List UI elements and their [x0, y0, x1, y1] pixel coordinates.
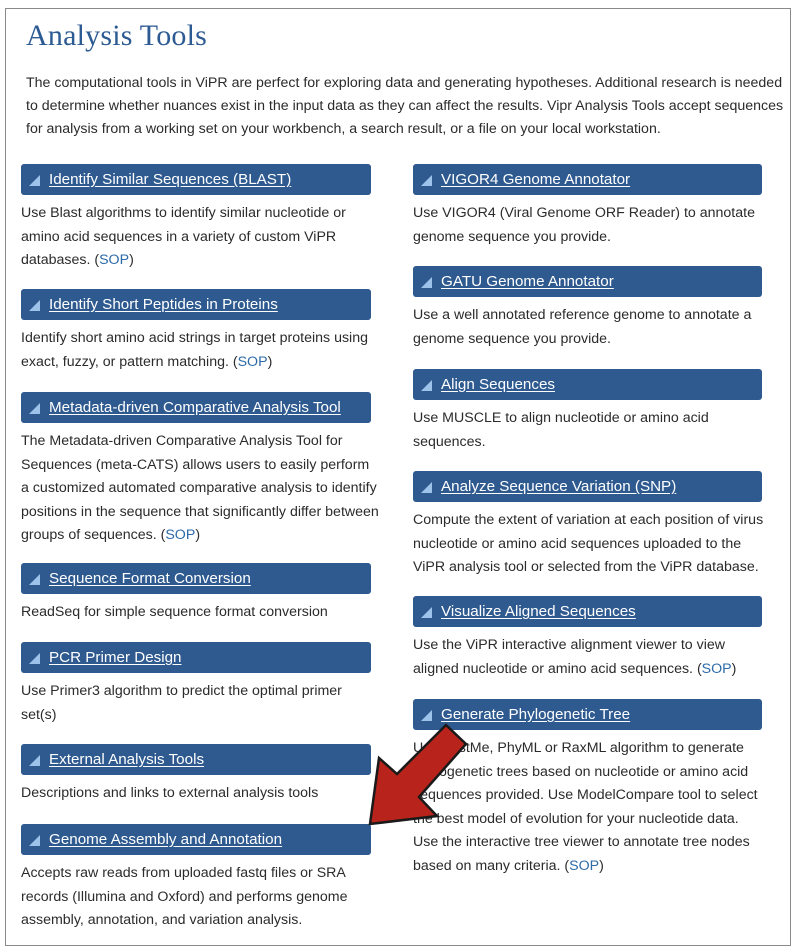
- tool-header[interactable]: Identify Short Peptides in Proteins: [21, 289, 371, 320]
- tool-header[interactable]: VIGOR4 Genome Annotator: [413, 164, 762, 195]
- triangle-icon: [421, 380, 432, 391]
- tool-meta-cats: Metadata-driven Comparative Analysis Too…: [21, 392, 381, 548]
- tool-link-short-peptides[interactable]: Identify Short Peptides in Proteins: [49, 296, 278, 313]
- sop-link[interactable]: SOP: [238, 354, 268, 370]
- tool-description: Compute the extent of variation at each …: [413, 512, 764, 575]
- tool-pcr-primer: PCR Primer Design Use Primer3 algorithm …: [21, 642, 381, 727]
- sop-link[interactable]: SOP: [702, 661, 732, 677]
- tool-link-external[interactable]: External Analysis Tools: [49, 751, 204, 768]
- tool-description: ReadSeq for simple sequence format conve…: [21, 604, 328, 620]
- triangle-icon: [29, 300, 40, 311]
- tool-external: External Analysis Tools Descriptions and…: [21, 744, 381, 806]
- tool-header[interactable]: Genome Assembly and Annotation: [21, 824, 371, 855]
- tool-header[interactable]: Identify Similar Sequences (BLAST): [21, 164, 371, 195]
- tool-genome-assembly: Genome Assembly and Annotation Accepts r…: [21, 824, 381, 933]
- tool-header[interactable]: Align Sequences: [413, 369, 762, 400]
- triangle-icon: [421, 482, 432, 493]
- triangle-icon: [29, 175, 40, 186]
- triangle-icon: [29, 653, 40, 664]
- tool-header[interactable]: Visualize Aligned Sequences: [413, 596, 762, 627]
- tool-link-snp[interactable]: Analyze Sequence Variation (SNP): [441, 478, 676, 495]
- triangle-icon: [29, 835, 40, 846]
- tool-header[interactable]: Metadata-driven Comparative Analysis Too…: [21, 392, 371, 423]
- tool-description: Accepts raw reads from uploaded fastq fi…: [21, 865, 348, 928]
- tool-link-visualize-aligned[interactable]: Visualize Aligned Sequences: [441, 603, 636, 620]
- tool-align-sequences: Align Sequences Use MUSCLE to align nucl…: [413, 369, 765, 454]
- tool-description: Descriptions and links to external analy…: [21, 785, 319, 801]
- tool-header[interactable]: PCR Primer Design: [21, 642, 371, 673]
- tool-description-text: Identify short amino acid strings in tar…: [21, 330, 368, 370]
- sop-link[interactable]: SOP: [165, 527, 195, 543]
- triangle-icon: [421, 607, 432, 618]
- tool-header[interactable]: GATU Genome Annotator: [413, 266, 762, 297]
- tool-link-meta-cats[interactable]: Metadata-driven Comparative Analysis Too…: [49, 399, 341, 416]
- triangle-icon: [421, 277, 432, 288]
- tool-description: Use the ViPR interactive alignment viewe…: [413, 637, 737, 677]
- tool-snp: Analyze Sequence Variation (SNP) Compute…: [413, 471, 765, 580]
- tool-link-gatu[interactable]: GATU Genome Annotator: [441, 273, 614, 290]
- sop-link[interactable]: SOP: [569, 858, 599, 874]
- triangle-icon: [29, 755, 40, 766]
- tool-header[interactable]: Analyze Sequence Variation (SNP): [413, 471, 762, 502]
- tool-description-text: Use Blast algorithms to identify similar…: [21, 205, 346, 268]
- triangle-icon: [29, 574, 40, 585]
- tool-description: Identify short amino acid strings in tar…: [21, 330, 368, 370]
- tool-description: Use MUSCLE to align nucleotide or amino …: [413, 410, 709, 450]
- tool-link-pcr-primer[interactable]: PCR Primer Design: [49, 649, 182, 666]
- tool-description: Use Blast algorithms to identify similar…: [21, 205, 346, 268]
- tool-vigor4: VIGOR4 Genome Annotator Use VIGOR4 (Vira…: [413, 164, 765, 249]
- tool-description: Use VIGOR4 (Viral Genome ORF Reader) to …: [413, 205, 755, 245]
- triangle-icon: [29, 403, 40, 414]
- tool-link-blast[interactable]: Identify Similar Sequences (BLAST): [49, 171, 291, 188]
- tool-visualize-aligned: Visualize Aligned Sequences Use the ViPR…: [413, 596, 765, 681]
- intro-text: The computational tools in ViPR are perf…: [26, 75, 784, 137]
- tool-blast: Identify Similar Sequences (BLAST) Use B…: [21, 164, 381, 273]
- tool-link-genome-assembly[interactable]: Genome Assembly and Annotation: [49, 831, 282, 848]
- red-arrow-icon: [368, 723, 468, 826]
- tool-description-text: The Metadata-driven Comparative Analysis…: [21, 433, 379, 543]
- tool-link-vigor4[interactable]: VIGOR4 Genome Annotator: [441, 171, 630, 188]
- tool-description: The Metadata-driven Comparative Analysis…: [21, 433, 379, 543]
- page-title: Analysis Tools: [26, 19, 207, 52]
- tool-short-peptides: Identify Short Peptides in Proteins Iden…: [21, 289, 381, 374]
- sop-link[interactable]: SOP: [99, 252, 129, 268]
- tool-description: Use Primer3 algorithm to predict the opt…: [21, 683, 342, 723]
- tool-link-format-conversion[interactable]: Sequence Format Conversion: [49, 570, 251, 587]
- tool-header[interactable]: External Analysis Tools: [21, 744, 371, 775]
- tool-header[interactable]: Sequence Format Conversion: [21, 563, 371, 594]
- tool-description-text: Use the ViPR interactive alignment viewe…: [413, 637, 726, 677]
- tool-gatu: GATU Genome Annotator Use a well annotat…: [413, 266, 765, 351]
- tool-link-align-sequences[interactable]: Align Sequences: [441, 376, 555, 393]
- tool-description: Use a well annotated reference genome to…: [413, 307, 752, 347]
- triangle-icon: [421, 175, 432, 186]
- tool-format-conversion: Sequence Format Conversion ReadSeq for s…: [21, 563, 381, 625]
